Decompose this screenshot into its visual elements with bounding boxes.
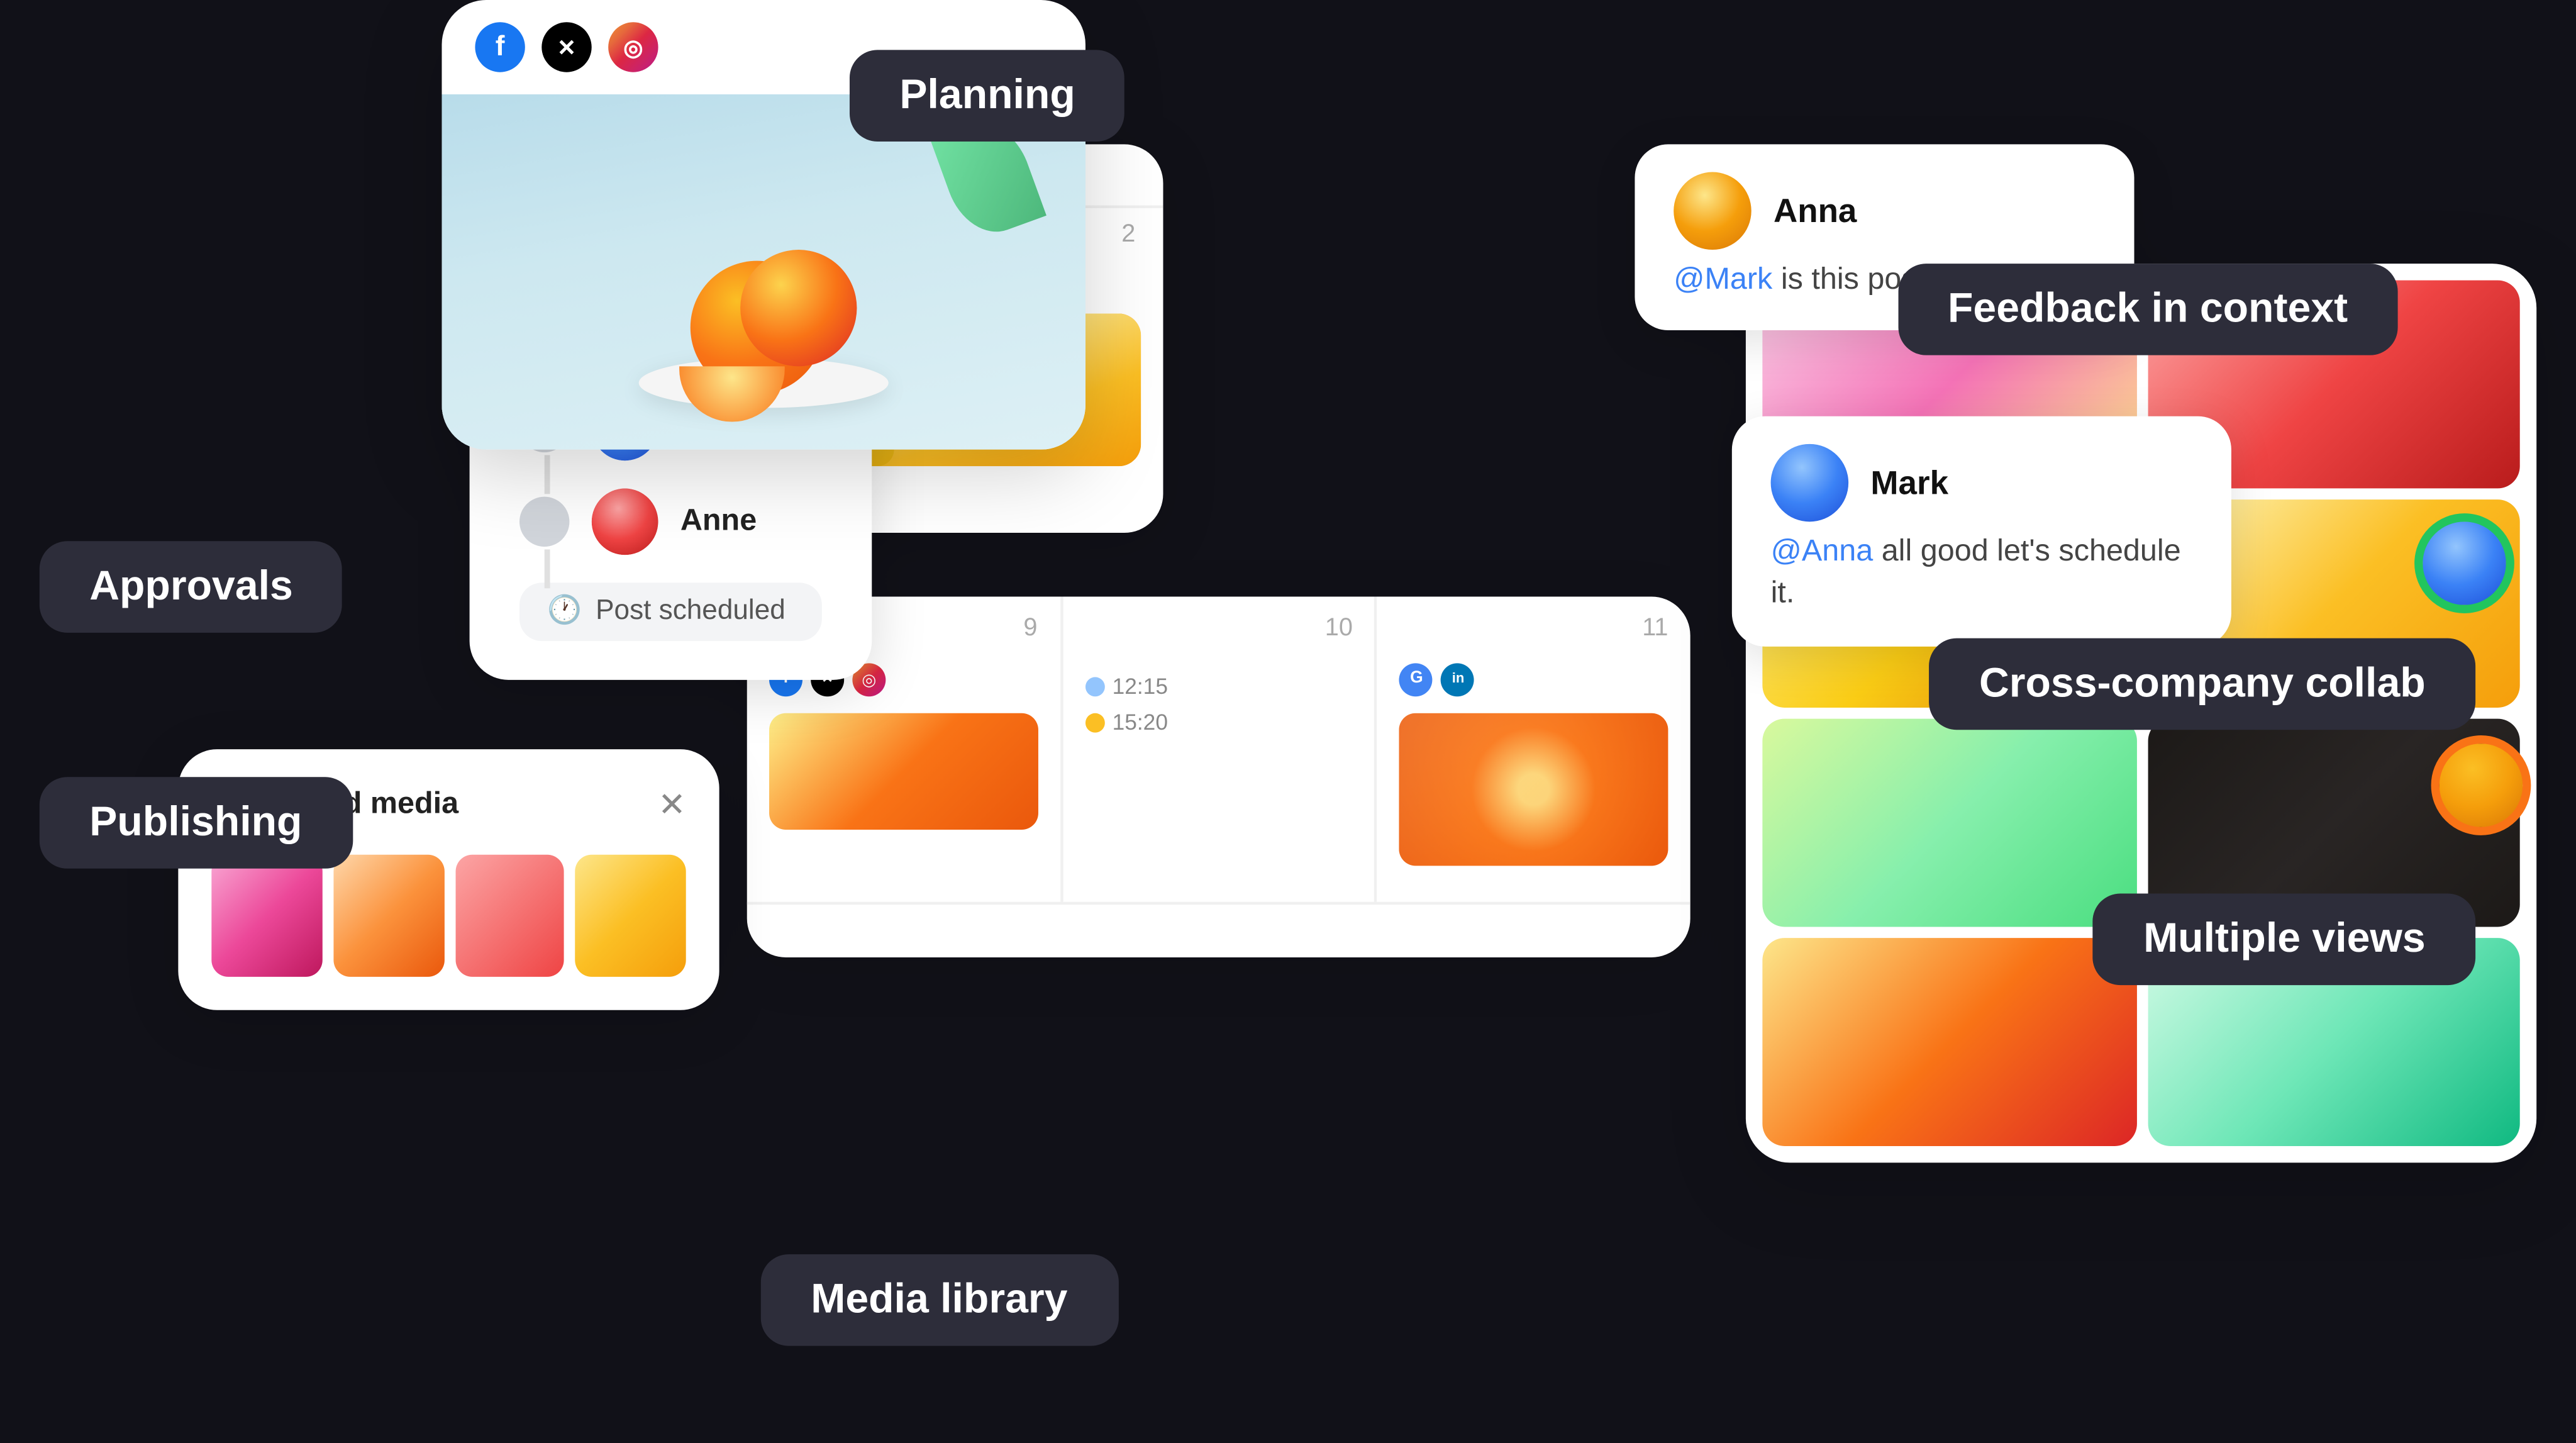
check-pending-icon-2 [519,497,569,547]
media-thumb-2[interactable] [333,855,443,977]
time-dot-blue [1085,677,1104,696]
linkedin-icon-cal: in [1441,663,1475,696]
scheduled-pill: 🕐 Post scheduled [519,582,822,641]
media-cell-5 [1762,719,2135,927]
x-social-icon: ✕ [541,22,591,72]
cal-post-thumb-1 [769,713,1037,830]
upload-media-grid [211,855,686,977]
publishing-badge: Publishing [40,777,352,869]
mark-bubble-text: @Anna all good let's schedule it. [1771,533,2193,618]
approvals-badge: Approvals [40,541,343,633]
media-cell-7 [1762,938,2135,1146]
anna-avatar [1674,172,1752,250]
anna-bubble-header: Anna [1674,172,2096,250]
feedback-bubble-mark: Mark @Anna all good let's schedule it. [1732,416,2231,646]
calendar-week-card: 9 f ✕ ◎ 10 12:15 [747,596,1690,957]
media-library-badge: Media library [761,1254,1118,1346]
big-post-image [441,94,1085,450]
media-thumb-1[interactable] [211,855,321,977]
cal-post-thumb-2 [1400,713,1668,866]
media-thumb-3[interactable] [454,855,564,977]
approval-row-anne: Anne [519,488,822,555]
mark-bubble-header: Mark [1771,444,2193,522]
approval-name-anne: Anne [680,505,757,538]
collab-avatar-2 [2431,735,2531,835]
cal-col-11: 11 G in [1378,596,1690,901]
google-icon-cal: G [1400,663,1433,696]
time-slot-1: 12:15 [1085,674,1353,699]
media-thumb-4[interactable] [575,855,686,977]
time-slot-2: 15:20 [1085,710,1353,735]
feedback-in-context-badge: Feedback in context [1898,264,2398,355]
facebook-social-icon: f [475,22,525,72]
avatar-anne [592,488,658,555]
multiple-views-badge: Multiple views [2094,894,2475,986]
collab-avatar-1 [2414,513,2514,613]
cross-company-collab-badge: Cross-company collab [1929,638,2476,730]
mark-avatar [1771,444,1849,522]
cal-col-10: 10 12:15 15:20 [1062,596,1377,901]
instagram-social-icon: ◎ [608,22,658,72]
planning-badge: Planning [850,50,1125,142]
close-button[interactable]: ✕ [658,785,686,824]
time-dot-yellow [1085,713,1104,733]
